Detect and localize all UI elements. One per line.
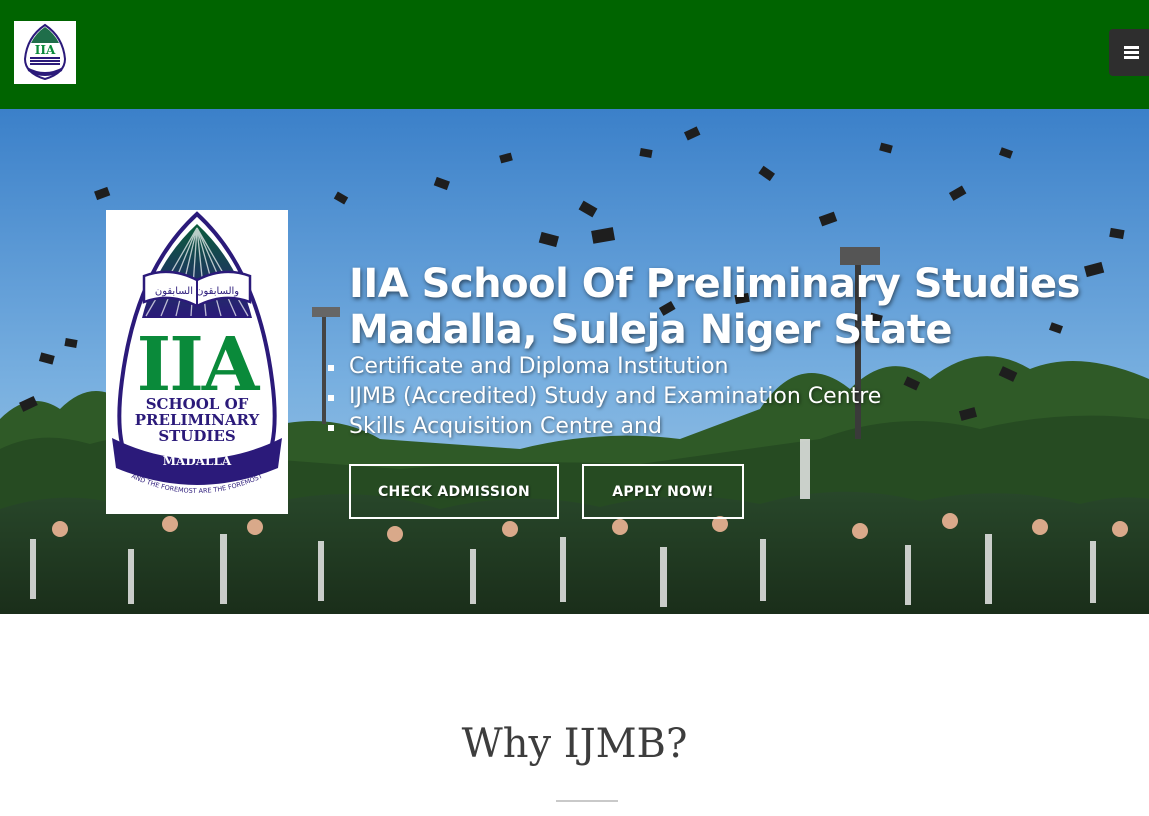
school-crest-logo: والسابقون السابقون IIA SCHOOL OF PRELIMI…	[106, 210, 288, 514]
list-item: IJMB (Accredited) Study and Examination …	[327, 382, 881, 412]
section-divider	[556, 800, 618, 802]
menu-toggle-button[interactable]	[1109, 29, 1149, 76]
crest-name-line-3: STUDIES	[158, 427, 235, 445]
crest-location: MADALLA	[163, 454, 232, 468]
iia-crest-icon: IIA	[23, 23, 67, 81]
hero-title-line-1: IIA School Of Preliminary Studies	[349, 261, 1080, 307]
hero-title: IIA School Of Preliminary Studies Madall…	[349, 261, 1109, 353]
check-admission-button[interactable]: CHECK ADMISSION	[349, 464, 559, 519]
site-logo[interactable]: IIA	[14, 21, 76, 84]
crest-arabic-text: والسابقون السابقون	[155, 286, 239, 297]
list-item: Certificate and Diploma Institution	[327, 352, 881, 382]
section-title: Why IJMB?	[461, 721, 688, 767]
hero-feature-list: Certificate and Diploma Institution IJMB…	[327, 352, 881, 442]
top-navbar: IIA	[0, 0, 1149, 109]
iia-crest-icon: والسابقون السابقون IIA SCHOOL OF PRELIMI…	[112, 211, 282, 495]
hero-title-line-2: Madalla, Suleja Niger State	[349, 307, 952, 353]
list-item: Skills Acquisition Centre and	[327, 412, 881, 442]
svg-text:IIA: IIA	[35, 43, 56, 57]
hero-banner: والسابقون السابقون IIA SCHOOL OF PRELIMI…	[0, 109, 1149, 614]
apply-now-button[interactable]: APPLY NOW!	[582, 464, 744, 519]
